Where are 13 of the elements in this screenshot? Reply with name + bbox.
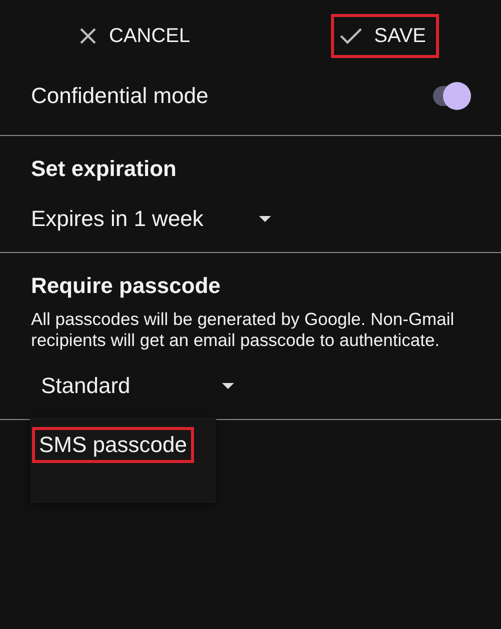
section-title: Set expiration (31, 156, 178, 183)
dropdown-arrow-icon (222, 383, 234, 389)
passcode-dropdown[interactable]: Standard (31, 351, 234, 417)
description-text: All passcodes will be generated by Google. Non-Gmail recipients will get an email passcode to authenticate. (31, 309, 456, 351)
cancel-button[interactable]: CANCEL (70, 14, 204, 58)
menu-item[interactable]: SMS passcode (32, 427, 194, 463)
section-title: Require passcode (31, 273, 222, 300)
save-button[interactable]: SAVE (331, 14, 439, 58)
confidential-mode-label: Confidential mode (31, 82, 208, 108)
check-icon (340, 28, 362, 44)
expiration-dropdown[interactable]: Expires in 1 week (31, 192, 272, 252)
dropdown-arrow-icon (259, 216, 272, 222)
close-icon (79, 27, 97, 45)
